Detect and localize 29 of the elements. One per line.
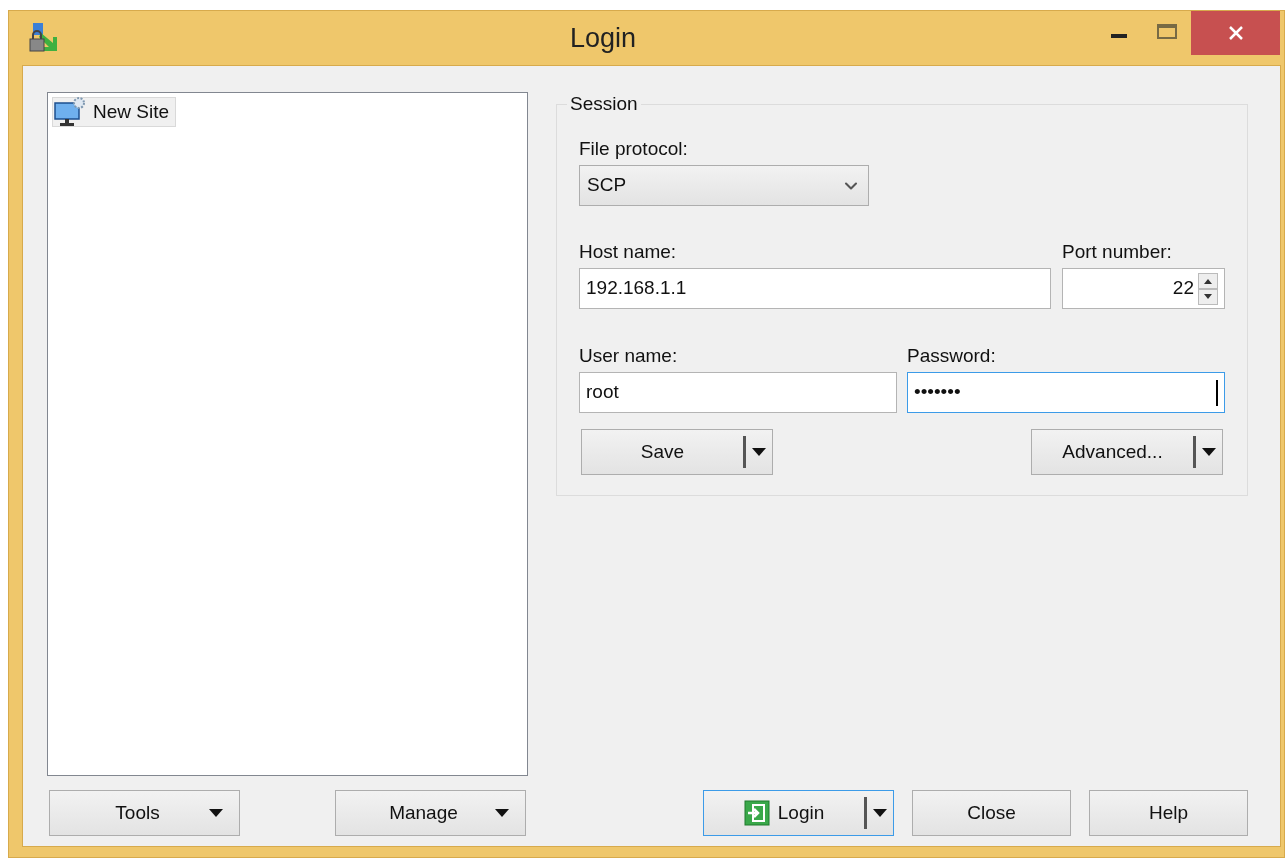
window-title: Login: [568, 21, 638, 55]
field-label: Host name:: [579, 240, 678, 264]
computer-icon: [53, 97, 85, 127]
dropdown-arrow-icon: [752, 448, 766, 456]
close-icon: [1227, 25, 1244, 41]
split-button[interactable]: Advanced...: [1031, 429, 1223, 475]
split-button[interactable]: Login: [703, 790, 894, 836]
spin-field[interactable]: 22: [1062, 268, 1225, 309]
input-field[interactable]: root: [579, 372, 897, 413]
split-button[interactable]: Tools: [49, 790, 240, 836]
dropdown-arrow-icon: [209, 809, 223, 817]
dropdown-arrow-icon: [495, 809, 509, 817]
field-label: User name:: [579, 344, 679, 368]
tree-item[interactable]: New Site: [52, 97, 177, 127]
input-field[interactable]: •••••••: [907, 372, 1225, 413]
dropdown-arrow-icon: [1202, 448, 1216, 456]
spin-arrows-icon[interactable]: [1198, 272, 1218, 305]
split-button[interactable]: Save: [581, 429, 773, 475]
dialog-button[interactable]: Close: [912, 790, 1071, 836]
dialog-button[interactable]: Help: [1089, 790, 1248, 836]
field-label: Password:: [907, 344, 997, 368]
field-label: Port number:: [1062, 240, 1173, 264]
field-label: File protocol:: [579, 137, 689, 161]
enter-icon: [743, 800, 770, 826]
protocol-dropdown[interactable]: SCP: [579, 165, 869, 206]
app-icon: [27, 21, 59, 55]
split-button[interactable]: Manage: [335, 790, 526, 836]
input-field[interactable]: 192.168.1.1: [579, 268, 1051, 309]
dropdown-arrow-icon: [873, 809, 887, 817]
